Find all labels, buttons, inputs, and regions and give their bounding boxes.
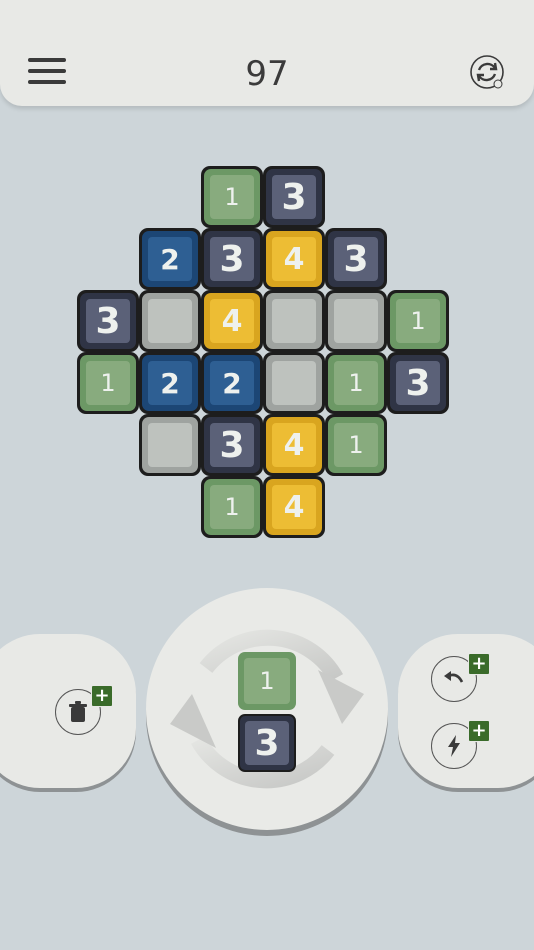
- undo-icon: [444, 671, 464, 683]
- board-tile[interactable]: 2: [204, 355, 260, 411]
- undo-plus-badge[interactable]: +: [468, 653, 490, 675]
- tile-value: [148, 423, 192, 467]
- game-board: 1323433411221334114: [0, 0, 534, 560]
- tile-value: [272, 299, 316, 343]
- tile-value: 3: [210, 423, 254, 467]
- empty-cell[interactable]: [328, 293, 384, 349]
- empty-cell[interactable]: [142, 417, 198, 473]
- tile-value: 3: [86, 299, 130, 343]
- board-tile[interactable]: 1: [328, 417, 384, 473]
- tile-value: 2: [148, 361, 192, 405]
- empty-cell[interactable]: [266, 355, 322, 411]
- board-tile[interactable]: 3: [204, 231, 260, 287]
- board-tile[interactable]: 1: [204, 169, 260, 225]
- next-piece-top-value: 1: [244, 658, 290, 704]
- next-piece-bottom-value: 3: [245, 721, 289, 765]
- board-tile[interactable]: 4: [266, 231, 322, 287]
- board-tile[interactable]: 1: [204, 479, 260, 535]
- tile-value: 3: [396, 361, 440, 405]
- board-tile[interactable]: 4: [266, 479, 322, 535]
- board-tile[interactable]: 1: [328, 355, 384, 411]
- tile-value: 3: [334, 237, 378, 281]
- tile-value: 4: [210, 299, 254, 343]
- trash-icon: [69, 701, 87, 722]
- tile-value: 4: [272, 423, 316, 467]
- board-tile[interactable]: 4: [266, 417, 322, 473]
- lightning-icon: [448, 735, 460, 757]
- tile-value: 1: [210, 175, 254, 219]
- board-tile[interactable]: 4: [204, 293, 260, 349]
- board-tile[interactable]: 3: [390, 355, 446, 411]
- board-tile[interactable]: 3: [328, 231, 384, 287]
- tile-value: 1: [396, 299, 440, 343]
- tile-value: [148, 299, 192, 343]
- empty-cell[interactable]: [266, 293, 322, 349]
- right-powerup-panel: + +: [398, 634, 534, 788]
- tile-value: 1: [334, 361, 378, 405]
- board-tile[interactable]: 3: [80, 293, 136, 349]
- tile-value: [334, 299, 378, 343]
- board-tile[interactable]: 1: [390, 293, 446, 349]
- board-tile[interactable]: 2: [142, 355, 198, 411]
- tile-value: 3: [272, 175, 316, 219]
- board-tile[interactable]: 3: [204, 417, 260, 473]
- tile-value: 4: [272, 485, 316, 529]
- trash-plus-badge[interactable]: +: [91, 685, 113, 707]
- tile-value: 1: [86, 361, 130, 405]
- tile-value: [272, 361, 316, 405]
- board-tile[interactable]: 3: [266, 169, 322, 225]
- lightning-plus-badge[interactable]: +: [468, 720, 490, 742]
- left-powerup-panel: +: [0, 634, 136, 788]
- empty-cell[interactable]: [142, 293, 198, 349]
- tile-value: 3: [210, 237, 254, 281]
- tile-value: 4: [272, 237, 316, 281]
- board-tile[interactable]: 2: [142, 231, 198, 287]
- tile-value: 2: [210, 361, 254, 405]
- next-piece-top-tile[interactable]: 1: [238, 652, 296, 710]
- tile-value: 1: [334, 423, 378, 467]
- next-piece-bottom-tile[interactable]: 3: [238, 714, 296, 772]
- tile-value: 2: [148, 237, 192, 281]
- board-tile[interactable]: 1: [80, 355, 136, 411]
- tile-value: 1: [210, 485, 254, 529]
